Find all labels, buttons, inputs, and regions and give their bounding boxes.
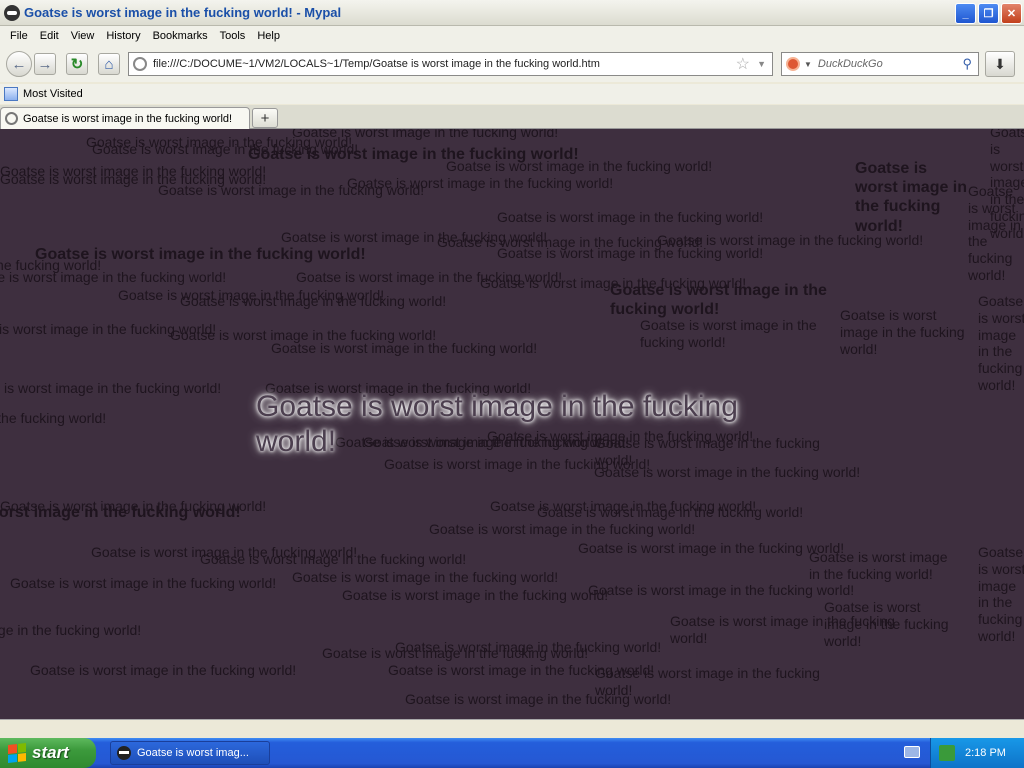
menu-view[interactable]: View	[65, 28, 101, 44]
tab-active[interactable]: Goatse is worst image in the fucking wor…	[0, 107, 250, 129]
title-bar: Goatse is worst image in the fucking wor…	[0, 0, 1024, 26]
navigation-toolbar: ← → ↻ ⌂ file:///C:/DOCUME~1/VM2/LOCALS~1…	[0, 46, 1024, 82]
maximize-button[interactable]: ❐	[978, 3, 999, 24]
floating-text: Goatse is worst image in the fucking wor…	[158, 182, 425, 198]
taskbar-window-label: Goatse is worst imag...	[137, 747, 249, 759]
floating-text: Goatse is worst image in the fucking wor…	[809, 549, 948, 582]
start-label: start	[32, 743, 69, 762]
menu-help[interactable]: Help	[251, 28, 286, 44]
downloads-button[interactable]: ⬇	[985, 51, 1015, 77]
floating-text: Goatse is worst image in the fucking wor…	[588, 582, 855, 598]
floating-text: Goatse is worst image in the fucking wor…	[537, 504, 804, 520]
floating-text: Goatse is worst image in the fucking wor…	[200, 551, 467, 567]
reload-button[interactable]: ↻	[66, 53, 88, 75]
floating-text: Goatse is worst image in the fucking wor…	[0, 269, 227, 285]
new-tab-button[interactable]: +	[252, 108, 278, 128]
floating-text: Goatse is worst image in the fucking wor…	[322, 645, 589, 661]
floating-text: Goatse is worst image in the fucking wor…	[0, 504, 241, 521]
floating-text: Goatse is worst image in the fucking wor…	[497, 209, 764, 225]
system-tray: 2:18 PM	[930, 738, 1024, 768]
window-title: Goatse is worst image in the fucking wor…	[24, 5, 342, 20]
tab-label: Goatse is worst image in the fucking wor…	[23, 112, 233, 125]
floating-text: Goatse is worst image in the fucking wor…	[0, 380, 222, 396]
tab-globe-icon	[5, 112, 18, 125]
menu-bar: File Edit View History Bookmarks Tools H…	[0, 26, 1024, 46]
forward-button[interactable]: →	[34, 53, 56, 75]
floating-text: Goatse is worst image in the fucking wor…	[342, 587, 609, 603]
floating-text: Goatse is worst image in the fucking wor…	[429, 521, 696, 537]
start-button[interactable]: start	[0, 738, 96, 768]
floating-text: Goatse is worst image in the fucking wor…	[292, 129, 559, 140]
floating-text: Goatse is worst image in the fucking wor…	[968, 183, 1021, 283]
url-history-dropdown-icon[interactable]: ▼	[757, 59, 766, 69]
home-button[interactable]: ⌂	[98, 53, 120, 75]
mypal-app-icon[interactable]	[4, 4, 20, 21]
search-icon[interactable]: ⚲	[962, 56, 972, 72]
floating-text: Goatse is worst image in the fucking wor…	[497, 245, 764, 261]
keyboard-language-icon[interactable]	[904, 746, 920, 758]
page-content: Goatse is worst image in the fucking wor…	[0, 129, 1024, 719]
search-engine-dropdown-icon[interactable]: ▼	[804, 60, 812, 69]
floating-text: Goatse is worst image in the fucking wor…	[978, 293, 1024, 393]
floating-text: Goatse is worst image in the fucking wor…	[30, 662, 297, 678]
close-button[interactable]: ✕	[1001, 3, 1022, 24]
url-bar[interactable]: file:///C:/DOCUME~1/VM2/LOCALS~1/Temp/Go…	[128, 52, 773, 76]
bookmark-most-visited[interactable]: Most Visited	[23, 88, 83, 100]
floating-text: Goatse is worst image in the fucking wor…	[978, 544, 1024, 644]
bookmarks-toolbar: Most Visited	[0, 84, 1024, 104]
menu-tools[interactable]: Tools	[214, 28, 252, 44]
floating-text: Goatse is worst image in the fucking wor…	[640, 317, 817, 350]
duckduckgo-engine-icon[interactable]	[786, 57, 800, 71]
search-bar[interactable]: ▼ DuckDuckGo ⚲	[781, 52, 979, 76]
reload-icon: ↻	[70, 56, 84, 73]
minimize-button[interactable]: _	[955, 3, 976, 24]
floating-text: Goatse is worst image in the fucking wor…	[271, 340, 538, 356]
floating-text: Goatse is worst image in the fucking wor…	[855, 160, 968, 235]
windows-flag-icon	[8, 743, 26, 763]
floating-text: Goatse is worst image in the fucking wor…	[292, 569, 559, 585]
floating-text: Goatse is worst image in the fucking wor…	[405, 691, 672, 707]
floating-text: Goatse is worst image in the fucking wor…	[610, 282, 827, 319]
home-icon: ⌂	[104, 55, 114, 73]
floating-text: Goatse is worst image in the fucking wor…	[10, 575, 277, 591]
download-icon: ⬇	[994, 55, 1006, 72]
forward-arrow-icon: →	[37, 55, 53, 73]
mypal-task-icon	[117, 746, 131, 760]
status-bar	[0, 719, 1024, 737]
floating-text: Goatse is worst image in the fucking wor…	[594, 464, 861, 480]
floating-text: Goatse is worst image in the fucking wor…	[578, 540, 845, 556]
menu-bookmarks[interactable]: Bookmarks	[147, 28, 214, 44]
tab-strip: Goatse is worst image in the fucking wor…	[0, 105, 1024, 129]
floating-text: Goatse is worst image in the fucking wor…	[0, 622, 142, 638]
floating-text: Goatse is worst image in the fucking wor…	[0, 410, 107, 426]
hero-text: Goatse is worst image in the fucking wor…	[256, 390, 738, 459]
floating-text: Goatse is worst image in the fucking wor…	[446, 158, 713, 174]
bookmark-star-icon[interactable]: ☆	[736, 54, 750, 74]
taskbar-window-button[interactable]: Goatse is worst imag...	[110, 741, 270, 765]
menu-edit[interactable]: Edit	[34, 28, 65, 44]
menu-file[interactable]: File	[4, 28, 34, 44]
menu-history[interactable]: History	[100, 28, 146, 44]
url-input[interactable]: file:///C:/DOCUME~1/VM2/LOCALS~1/Temp/Go…	[153, 58, 600, 70]
back-button[interactable]: ←	[6, 51, 32, 77]
floating-text: Goatse is worst image in the fucking wor…	[670, 613, 895, 646]
site-identity-globe-icon[interactable]	[133, 57, 147, 71]
search-input[interactable]: DuckDuckGo	[818, 58, 883, 70]
taskbar: start Goatse is worst imag... 2:18 PM	[0, 738, 1024, 768]
window-controls: _ ❐ ✕	[955, 3, 1022, 24]
back-arrow-icon: ←	[11, 55, 27, 73]
most-visited-folder-icon	[4, 87, 18, 101]
clock[interactable]: 2:18 PM	[965, 747, 1006, 759]
network-tray-icon[interactable]	[939, 745, 955, 761]
floating-text: Goatse is worst image in the fucking wor…	[180, 293, 447, 309]
